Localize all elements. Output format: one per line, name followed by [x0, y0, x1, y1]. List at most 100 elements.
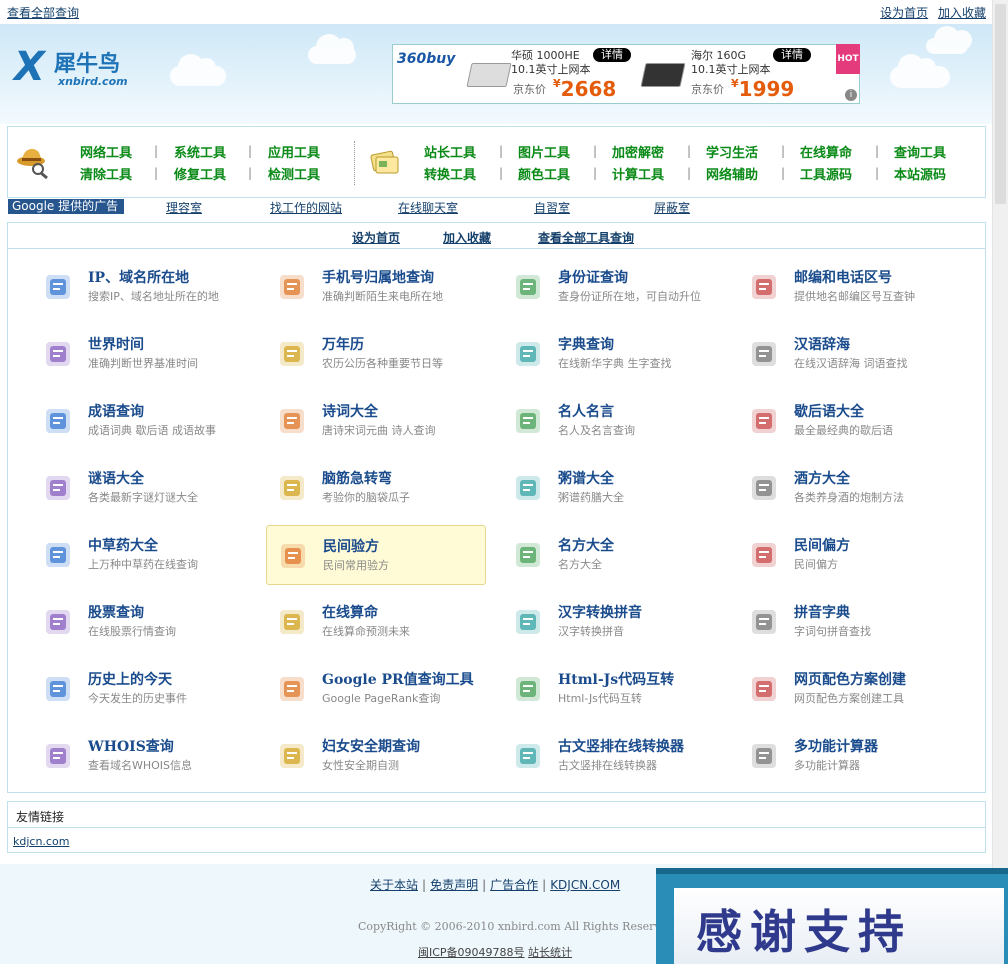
- tool-card[interactable]: 谜语大全 各类最新字谜灯谜大全: [32, 458, 252, 518]
- icp-link[interactable]: 闽ICP备09049788号: [418, 946, 525, 959]
- tool-card[interactable]: IP、域名所在地 搜索IP、域名地址所在的地: [32, 257, 252, 317]
- tool-card[interactable]: 汉语辞海 在线汉语辞海 词语查找: [738, 324, 958, 384]
- tool-title[interactable]: 世界时间: [88, 334, 144, 354]
- tool-title[interactable]: 在线算命: [322, 602, 378, 622]
- tool-title[interactable]: 古文竖排在线转换器: [558, 736, 684, 756]
- google-ad-link[interactable]: 找工作的网站: [270, 199, 342, 216]
- tool-card[interactable]: 历史上的今天 今天发生的历史事件: [32, 659, 252, 719]
- nav-tool-source[interactable]: 工具源码: [800, 164, 852, 183]
- nav-study-life[interactable]: 学习生活: [706, 142, 758, 161]
- tool-card[interactable]: 歇后语大全 最全最经典的歇后语: [738, 391, 958, 451]
- disclaimer-link[interactable]: 免责声明: [430, 878, 478, 892]
- nav-color-tools[interactable]: 颜色工具: [518, 164, 570, 183]
- tool-title[interactable]: 诗词大全: [322, 401, 378, 421]
- tool-card[interactable]: 脑筋急转弯 考验你的脑袋瓜子: [266, 458, 486, 518]
- tool-card[interactable]: 名方大全 名方大全: [502, 525, 722, 585]
- tool-title[interactable]: 成语查询: [88, 401, 144, 421]
- tool-card[interactable]: 身份证查询 查身份证所在地，可自动升位: [502, 257, 722, 317]
- tool-title[interactable]: 谜语大全: [88, 468, 144, 488]
- tool-title[interactable]: 汉语辞海: [794, 334, 850, 354]
- tool-title[interactable]: Google PR值查询工具: [322, 669, 474, 689]
- nav-encrypt-tools[interactable]: 加密解密: [612, 142, 664, 161]
- nav-image-tools[interactable]: 图片工具: [518, 142, 570, 161]
- google-ad-link[interactable]: 在线聊天室: [398, 199, 458, 216]
- tool-card[interactable]: 手机号归属地查询 准确判断陌生来电所在地: [266, 257, 486, 317]
- ad-item1-detail-button[interactable]: 详情: [593, 48, 631, 62]
- site-logo[interactable]: X 犀牛鸟 xnbird.com: [14, 44, 144, 92]
- tool-title[interactable]: 万年历: [322, 334, 364, 354]
- nav-query-tools[interactable]: 查询工具: [894, 142, 946, 161]
- nav-network-tools[interactable]: 网络工具: [80, 142, 132, 161]
- tool-title[interactable]: 民间偏方: [794, 535, 850, 555]
- set-home-link[interactable]: 设为首页: [352, 229, 400, 246]
- tool-card[interactable]: 成语查询 成语词典 歇后语 成语故事: [32, 391, 252, 451]
- tool-title[interactable]: 酒方大全: [794, 468, 850, 488]
- tool-title[interactable]: 歇后语大全: [794, 401, 864, 421]
- friend-link[interactable]: kdjcn.com: [13, 835, 69, 848]
- tool-card[interactable]: 酒方大全 各类养身酒的炮制方法: [738, 458, 958, 518]
- vertical-scrollbar[interactable]: [992, 0, 1008, 964]
- tool-card[interactable]: 粥谱大全 粥谱药膳大全: [502, 458, 722, 518]
- nav-system-tools[interactable]: 系统工具: [174, 142, 226, 161]
- tool-title[interactable]: 网页配色方案创建: [794, 669, 906, 689]
- tool-card[interactable]: 名人名言 名人及名言查询: [502, 391, 722, 451]
- jd-ad-banner[interactable]: 360buy 华硕 1000HE 10.1英寸上网本 详情 京东价 ¥2668 …: [392, 44, 860, 104]
- tool-card[interactable]: 中草药大全 上万种中草药在线查询: [32, 525, 252, 585]
- google-ad-link[interactable]: 屏蔽室: [654, 199, 690, 216]
- tool-card[interactable]: 万年历 农历公历各种重要节日等: [266, 324, 486, 384]
- tool-title[interactable]: 多功能计算器: [794, 736, 878, 756]
- nav-fortune[interactable]: 在线算命: [800, 142, 852, 161]
- nav-network-assist[interactable]: 网络辅助: [706, 164, 758, 183]
- tool-card[interactable]: Html-Js代码互转 Html-Js代码互转: [502, 659, 722, 719]
- nav-detection-tools[interactable]: 检测工具: [268, 164, 320, 183]
- tool-title[interactable]: WHOIS查询: [88, 736, 174, 756]
- nav-webmaster-tools[interactable]: 站长工具: [424, 142, 476, 161]
- nav-application-tools[interactable]: 应用工具: [268, 142, 320, 161]
- tool-card[interactable]: 民间偏方 民间偏方: [738, 525, 958, 585]
- tool-card[interactable]: 字典查询 在线新华字典 生字查找: [502, 324, 722, 384]
- tool-title[interactable]: 股票查询: [88, 602, 144, 622]
- tool-card[interactable]: 网页配色方案创建 网页配色方案创建工具: [738, 659, 958, 719]
- tool-title[interactable]: 字典查询: [558, 334, 614, 354]
- tool-title[interactable]: 妇女安全期查询: [322, 736, 420, 756]
- tool-card[interactable]: 民间验方 民间常用验方: [266, 525, 486, 585]
- set-home-link[interactable]: 设为首页: [880, 6, 928, 20]
- tool-card[interactable]: 邮编和电话区号 提供地名邮编区号互查钟: [738, 257, 958, 317]
- tool-card[interactable]: 诗词大全 唐诗宋词元曲 诗人查询: [266, 391, 486, 451]
- tool-title[interactable]: 拼音字典: [794, 602, 850, 622]
- tool-card[interactable]: 世界时间 准确判断世界基准时间: [32, 324, 252, 384]
- tool-card[interactable]: 妇女安全期查询 女性安全期自测: [266, 726, 486, 786]
- tool-title[interactable]: Html-Js代码互转: [558, 669, 674, 689]
- tool-title[interactable]: 身份证查询: [558, 267, 628, 287]
- tool-card[interactable]: 汉字转换拼音 汉字转换拼音: [502, 592, 722, 652]
- nav-site-source[interactable]: 本站源码: [894, 164, 946, 183]
- tool-title[interactable]: 名方大全: [558, 535, 614, 555]
- google-ad-link[interactable]: 自習室: [534, 199, 570, 216]
- tool-card[interactable]: WHOIS查询 查看域名WHOIS信息: [32, 726, 252, 786]
- tool-title[interactable]: 邮编和电话区号: [794, 267, 892, 287]
- tool-card[interactable]: 古文竖排在线转换器 古文竖排在线转换器: [502, 726, 722, 786]
- google-ad-link[interactable]: 理容室: [166, 199, 202, 216]
- ad-info-icon[interactable]: i: [845, 89, 857, 101]
- tool-title[interactable]: 汉字转换拼音: [558, 602, 642, 622]
- nav-calc-tools[interactable]: 计算工具: [612, 164, 664, 183]
- scrollbar-thumb[interactable]: [995, 4, 1006, 204]
- tool-title[interactable]: 中草药大全: [88, 535, 158, 555]
- tool-title[interactable]: 民间验方: [323, 536, 379, 556]
- stats-link[interactable]: 站长统计: [528, 946, 572, 959]
- add-favorite-link[interactable]: 加入收藏: [938, 6, 986, 20]
- tool-card[interactable]: 股票查询 在线股票行情查询: [32, 592, 252, 652]
- tool-title[interactable]: 历史上的今天: [88, 669, 172, 689]
- tool-card[interactable]: 在线算命 在线算命预测未来: [266, 592, 486, 652]
- add-favorite-link[interactable]: 加入收藏: [443, 229, 491, 246]
- tool-title[interactable]: 手机号归属地查询: [322, 267, 434, 287]
- view-all-tools-link[interactable]: 查看全部工具查询: [538, 229, 634, 246]
- thanks-support-banner[interactable]: 感谢支持: [656, 868, 1008, 964]
- about-link[interactable]: 关于本站: [370, 878, 418, 892]
- nav-convert-tools[interactable]: 转换工具: [424, 164, 476, 183]
- kdjcn-link[interactable]: KDJCN.COM: [550, 878, 620, 892]
- nav-cleanup-tools[interactable]: 清除工具: [80, 164, 132, 183]
- ad-coop-link[interactable]: 广告合作: [490, 878, 538, 892]
- tool-title[interactable]: 脑筋急转弯: [322, 468, 392, 488]
- nav-repair-tools[interactable]: 修复工具: [174, 164, 226, 183]
